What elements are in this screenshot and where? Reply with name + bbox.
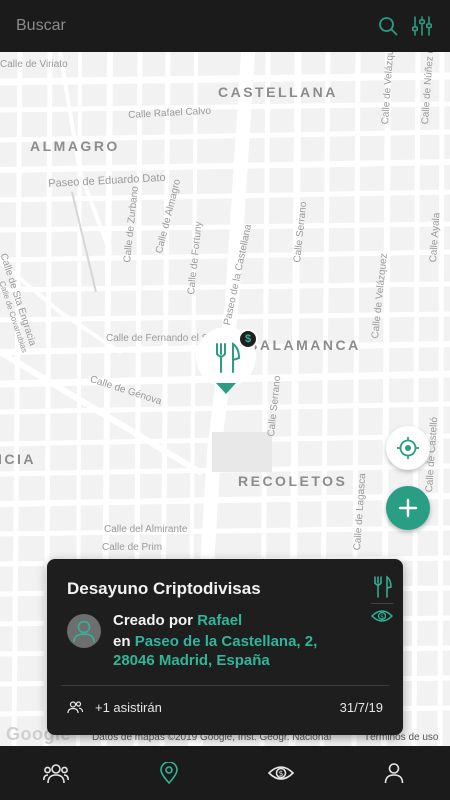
event-title: Desayuno Criptodivisas (67, 579, 261, 598)
people-icon (67, 701, 83, 714)
add-event-button[interactable] (386, 486, 430, 530)
district-label: ICIA (0, 451, 36, 467)
location-address[interactable]: Paseo de la Castellana, 2, 28046 Madrid,… (113, 633, 317, 669)
district-label: SALAMANCA (248, 337, 361, 353)
creator-name[interactable]: Rafael (197, 612, 242, 629)
people-icon (43, 764, 70, 784)
nav-profile[interactable] (338, 746, 450, 800)
plus-icon (398, 498, 418, 518)
filter-sliders-icon[interactable] (410, 14, 434, 38)
created-by-line: Creado por Rafael (113, 612, 242, 629)
svg-text:$: $ (279, 769, 284, 778)
attendees-count: +1 asistirán (95, 700, 162, 715)
card-icon-divider (371, 603, 393, 604)
fork-knife-icon (374, 575, 392, 598)
card-divider (61, 685, 389, 686)
created-prefix: Creado por (113, 612, 194, 629)
svg-text:$: $ (380, 614, 384, 621)
my-location-button[interactable] (386, 426, 430, 470)
price-badge: $ (238, 329, 258, 349)
location-prefix: en (113, 633, 131, 650)
map-pin-icon (159, 762, 178, 784)
street-label: Calle de Prim (102, 542, 163, 553)
eye-dollar-icon[interactable]: $ (371, 608, 393, 624)
district-label: ALMAGRO (30, 138, 120, 154)
event-date: 31/7/19 (339, 700, 383, 715)
nav-people[interactable] (0, 746, 113, 800)
nav-map[interactable] (113, 746, 226, 800)
bottom-navigation: $ (0, 746, 450, 800)
street-label: Calle del Almirante (104, 524, 188, 535)
search-icon[interactable] (376, 14, 400, 38)
profile-icon (384, 763, 404, 784)
nav-watch[interactable]: $ (225, 746, 338, 800)
street-label: Calle de Viriato (0, 59, 68, 70)
district-label: CASTELLANA (218, 84, 338, 100)
crosshair-icon (397, 437, 419, 459)
avatar[interactable] (67, 614, 101, 648)
district-label: RECOLETOS (238, 473, 348, 489)
top-search-bar (0, 0, 450, 52)
location-line: en Paseo de la Castellana, 2, 28046 Madr… (113, 632, 363, 670)
eye-dollar-icon: $ (268, 766, 295, 780)
search-input[interactable] (16, 17, 366, 35)
event-card[interactable]: Desayuno Criptodivisas $ Creado por Rafa… (47, 559, 403, 735)
app: CASTELLANA ALMAGRO SALAMANCA RECOLETOS I… (0, 0, 450, 800)
